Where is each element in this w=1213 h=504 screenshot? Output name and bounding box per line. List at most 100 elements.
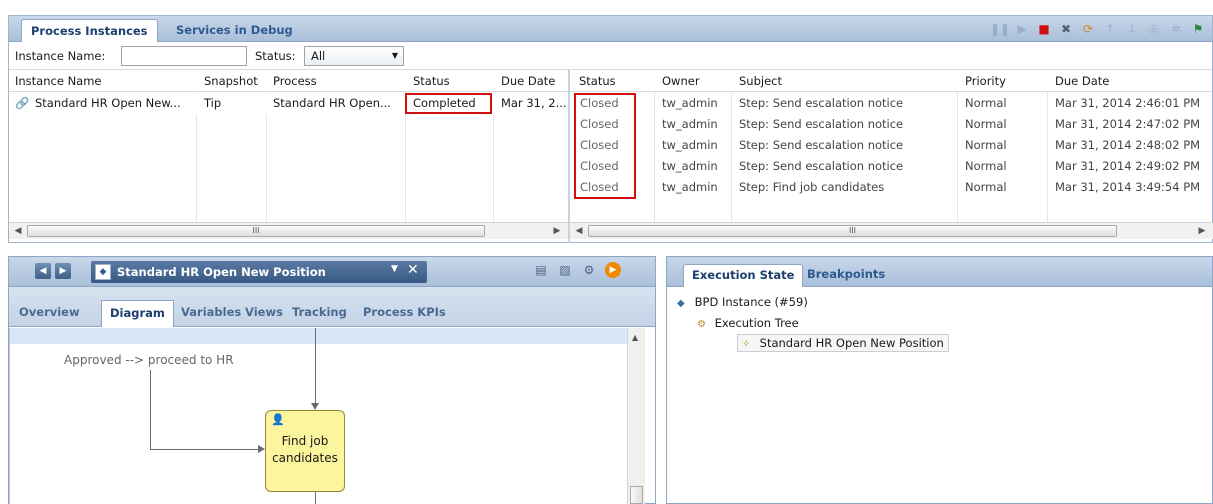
task-due-date-cell: Mar 31, 2014 2:47:02 PM — [1055, 117, 1201, 131]
task-priority-cell: Normal — [965, 138, 1007, 152]
tab-views[interactable]: Views — [245, 305, 283, 319]
process-instances-panel: Process Instances Services in Debug ❚❚ ▶… — [8, 15, 1213, 243]
delete-icon[interactable]: ✖ — [1058, 21, 1074, 37]
scroll-right-icon[interactable]: ▶ — [550, 224, 564, 238]
play-icon[interactable]: ◎ — [1146, 21, 1162, 37]
task-subject-cell: Step: Find job candidates — [739, 180, 885, 194]
task-row[interactable]: Closed tw_admin Step: Find job candidate… — [570, 177, 1213, 198]
task-priority-cell: Normal — [965, 159, 1007, 173]
task-priority-cell: Normal — [965, 180, 1007, 194]
diagram-toolbar: ▤ ▨ ⚙ ▶ — [533, 262, 621, 278]
export-icon[interactable]: ⚑ — [1190, 21, 1206, 37]
tab-diagram[interactable]: Diagram — [101, 300, 174, 327]
run-icon[interactable]: ▶ — [605, 262, 621, 278]
col-snapshot[interactable]: Snapshot — [204, 74, 258, 88]
col-priority[interactable]: Priority — [965, 74, 1006, 88]
forward-icon[interactable]: ▶ — [55, 263, 71, 279]
settings-icon[interactable]: ⚙ — [581, 262, 597, 278]
down-icon[interactable]: ↓ — [1124, 21, 1140, 37]
scroll-up-icon[interactable]: ▲ — [632, 333, 638, 342]
diagram-canvas[interactable]: Approved --> proceed to HR 👤 Find job ca… — [9, 328, 628, 504]
task-find-job-candidates[interactable]: 👤 Find job candidates — [265, 410, 345, 492]
chevron-down-icon[interactable]: ▼ — [391, 264, 398, 274]
task-subject-cell: Step: Send escalation notice — [739, 138, 904, 152]
flow-label: Approved --> proceed to HR — [64, 353, 234, 367]
tab-services-in-debug[interactable]: Services in Debug — [167, 19, 302, 42]
task-row[interactable]: Closed tw_admin Step: Send escalation no… — [570, 93, 1213, 114]
tab-process-kpis[interactable]: Process KPIs — [363, 305, 446, 319]
chart-icon[interactable]: ▨ — [557, 262, 573, 278]
tab-tracking[interactable]: Tracking — [292, 305, 347, 319]
scroll-right-icon[interactable]: ▶ — [1195, 224, 1209, 238]
process-icon: ◆ — [95, 264, 111, 280]
process-selector[interactable]: ◆ Standard HR Open New Position ▼ ✕ — [91, 261, 427, 283]
tab-breakpoints[interactable]: Breakpoints — [807, 264, 885, 287]
closed-highlight — [574, 93, 636, 199]
tab-execution-state[interactable]: Execution State — [683, 264, 804, 287]
col-status-right[interactable]: Status — [579, 74, 616, 88]
col-status-left[interactable]: Status — [413, 74, 450, 88]
task-due-date-cell: Mar 31, 2014 2:46:01 PM — [1055, 96, 1201, 110]
process-node-icon: ✧ — [742, 339, 751, 350]
task-owner-cell: tw_admin — [662, 159, 718, 173]
arrow-icon — [311, 403, 319, 410]
tree-item-label: Execution Tree — [714, 316, 799, 330]
app-window: Process Instances Services in Debug ❚❚ ▶… — [0, 0, 1213, 504]
filter-row: Instance Name: Status: All ▼ — [9, 42, 1212, 70]
task-label-line-1: Find job — [281, 434, 329, 448]
left-table-scrollbar[interactable]: ◀ III ▶ — [9, 222, 568, 239]
col-instance-name[interactable]: Instance Name — [15, 74, 102, 88]
chevron-down-icon: ▼ — [391, 51, 398, 60]
task-owner-cell: tw_admin — [662, 180, 718, 194]
close-icon[interactable]: ✕ — [407, 262, 419, 278]
tab-process-instances[interactable]: Process Instances — [21, 19, 158, 42]
top-tab-bar: Process Instances Services in Debug ❚❚ ▶… — [9, 16, 1212, 42]
swimlane-header — [10, 328, 628, 344]
col-due-date-right[interactable]: Due Date — [1055, 74, 1109, 88]
scroll-thumb[interactable]: III — [588, 225, 1117, 237]
tree-item-label: Standard HR Open New Position — [759, 336, 944, 350]
document-icon[interactable]: ▤ — [533, 262, 549, 278]
instance-name-cell: Standard HR Open New... — [35, 96, 181, 110]
diagram-header: ◀ ▶ ◆ Standard HR Open New Position ▼ ✕ … — [9, 257, 655, 287]
scroll-thumb[interactable]: III — [27, 225, 485, 237]
tab-overview[interactable]: Overview — [19, 305, 80, 319]
col-due-date-left[interactable]: Due Date — [501, 74, 555, 88]
right-table-scrollbar[interactable]: ◀ III ▶ — [570, 222, 1213, 239]
task-subject-cell: Step: Send escalation notice — [739, 159, 904, 173]
refresh-icon[interactable]: ⟳ — [1080, 21, 1096, 37]
col-owner[interactable]: Owner — [662, 74, 700, 88]
status-select[interactable]: All ▼ — [304, 46, 404, 66]
diagram-vertical-scrollbar[interactable]: ▲ — [627, 328, 645, 504]
task-label: Find job candidates — [266, 433, 344, 467]
scroll-left-icon[interactable]: ◀ — [11, 224, 25, 238]
tree-item-process[interactable]: ✧ Standard HR Open New Position — [737, 334, 949, 352]
pause-icon[interactable]: ❚❚ — [990, 21, 1010, 37]
status-select-value: All — [311, 49, 326, 63]
task-due-date-cell: Mar 31, 2014 2:48:02 PM — [1055, 138, 1201, 152]
col-subject[interactable]: Subject — [739, 74, 782, 88]
stop-icon[interactable]: ■ — [1036, 21, 1052, 37]
tree-icon: ⚙ — [697, 319, 706, 330]
instance-name-input[interactable] — [121, 46, 247, 66]
table-header: Instance Name Snapshot Process Status Du… — [9, 70, 1212, 92]
task-row[interactable]: Closed tw_admin Step: Send escalation no… — [570, 135, 1213, 156]
task-row[interactable]: Closed tw_admin Step: Send escalation no… — [570, 156, 1213, 177]
task-owner-cell: tw_admin — [662, 117, 718, 131]
tab-variables[interactable]: Variables — [181, 305, 241, 319]
process-cell: Standard HR Open... — [273, 96, 391, 110]
task-row[interactable]: Closed tw_admin Step: Send escalation no… — [570, 114, 1213, 135]
scroll-left-icon[interactable]: ◀ — [572, 224, 586, 238]
settings-icon[interactable]: ✲ — [1168, 21, 1184, 37]
col-process[interactable]: Process — [273, 74, 317, 88]
task-due-date-cell: Mar 31, 2014 2:49:02 PM — [1055, 159, 1201, 173]
scroll-thumb[interactable] — [630, 486, 643, 504]
step-icon[interactable]: ▶ — [1014, 21, 1030, 37]
up-icon[interactable]: ↑ — [1102, 21, 1118, 37]
user-icon: 👤 — [271, 413, 285, 426]
tree-item-execution-tree[interactable]: ⚙ Execution Tree — [697, 316, 799, 330]
due-date-cell: Mar 31, 2... — [501, 96, 567, 110]
back-icon[interactable]: ◀ — [35, 263, 51, 279]
snapshot-cell: Tip — [204, 96, 222, 110]
tree-item-bpd-instance[interactable]: ◆ BPD Instance (#59) — [677, 295, 808, 309]
